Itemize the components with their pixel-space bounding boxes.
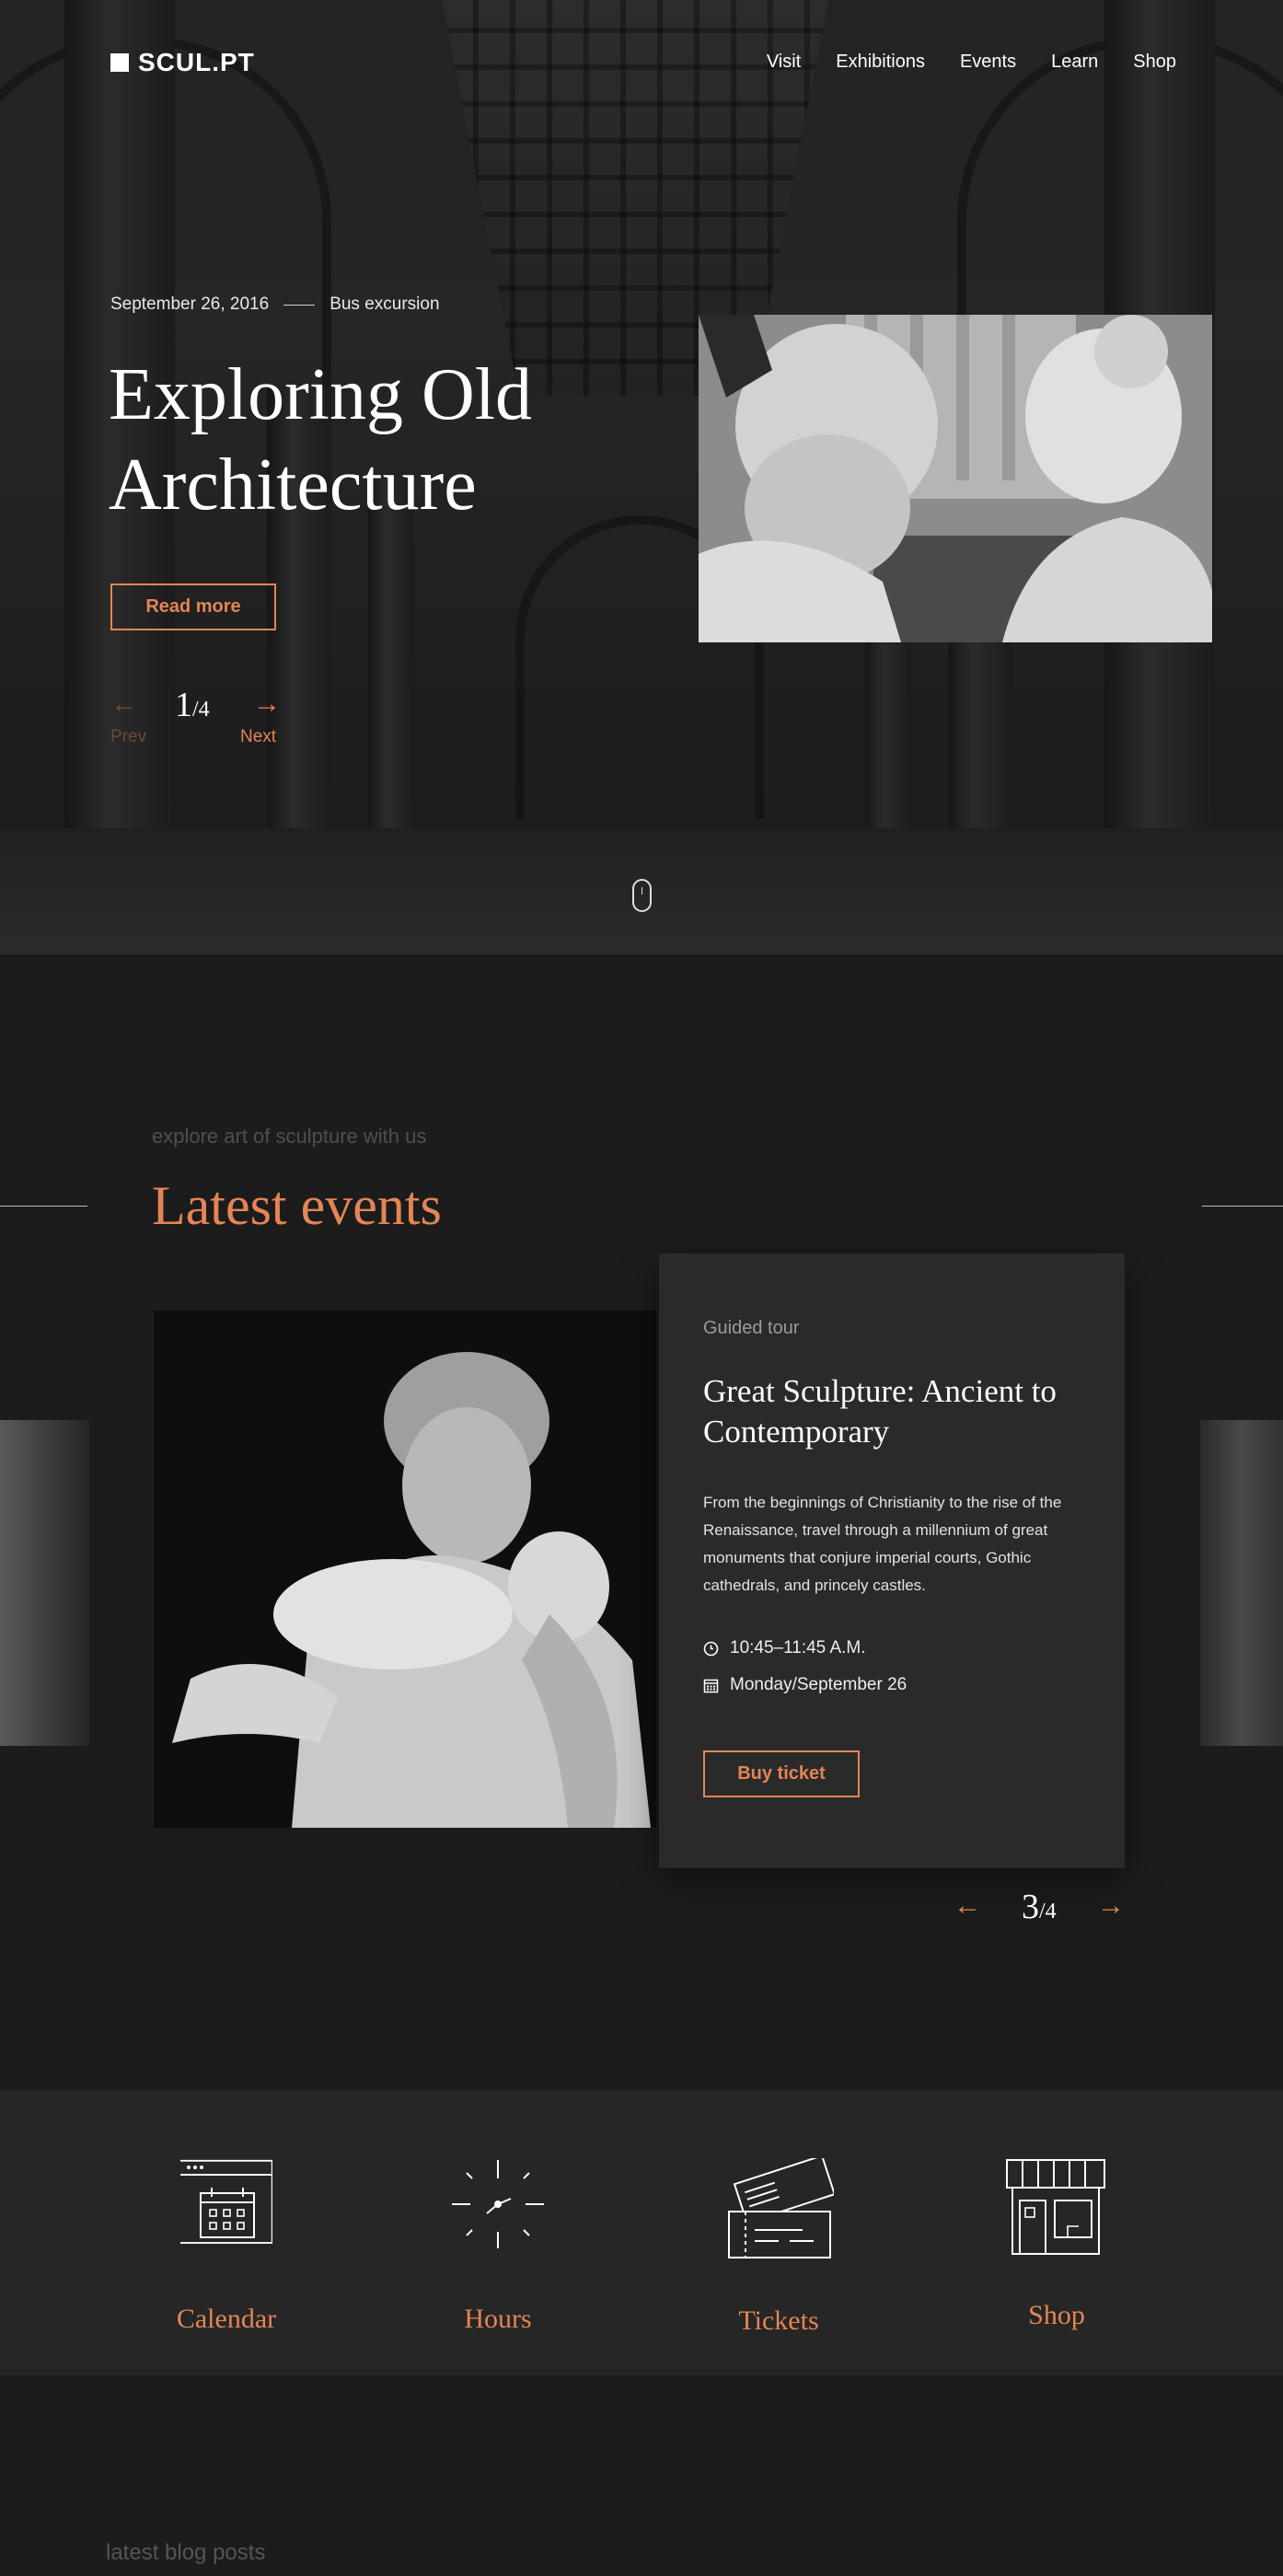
- heading-rule-left: [0, 1206, 87, 1207]
- clock-icon: [703, 1641, 719, 1656]
- hero-slide-counter: 1/4: [175, 685, 210, 725]
- features-bar: Calendar Hours Tickets Shop: [0, 2090, 1283, 2375]
- prev-arrow-icon[interactable]: ←: [110, 688, 138, 720]
- nav-item-events[interactable]: Events: [960, 52, 1016, 73]
- scroll-mouse-icon[interactable]: [632, 879, 652, 912]
- event-category: Guided tour: [703, 1318, 800, 1338]
- logo-text: SCUL.PT: [138, 48, 255, 76]
- feature-label: Calendar: [176, 2304, 277, 2334]
- events-next-arrow-icon[interactable]: →: [1097, 1890, 1125, 1922]
- events-kicker: explore art of sculpture with us: [152, 1125, 427, 1148]
- hero-title: Exploring Old Architecture: [109, 354, 532, 526]
- read-more-button[interactable]: Read more: [110, 583, 276, 630]
- event-time-row: 10:45–11:45 A.M.: [703, 1638, 866, 1658]
- hero-date: September 26, 2016: [110, 295, 270, 314]
- event-sculpture-illustration: [154, 1311, 656, 1828]
- logo[interactable]: SCUL.PT: [110, 48, 255, 77]
- next-event-thumbnail[interactable]: [1200, 1420, 1283, 1746]
- next-arrow-icon[interactable]: →: [253, 688, 281, 720]
- calendar-icon: [180, 2159, 272, 2245]
- hero-sculpture-image: [699, 315, 1212, 642]
- nav-item-shop[interactable]: Shop: [1133, 52, 1176, 73]
- event-sculpture-image: [154, 1311, 656, 1828]
- event-date: Monday/September 26: [730, 1675, 907, 1694]
- hero-slider-pager: ← 1/4 → Prev Next: [110, 685, 285, 753]
- hero-category: Bus excursion: [329, 295, 440, 314]
- feature-label: Shop: [1028, 2300, 1085, 2330]
- logo-square-icon: [110, 53, 129, 72]
- feature-calendar[interactable]: Calendar: [134, 2090, 318, 2375]
- events-slider-pager: ← 3/4 →: [954, 1887, 1128, 1933]
- feature-tickets[interactable]: Tickets: [687, 2090, 871, 2375]
- clock-icon: [452, 2160, 544, 2248]
- event-description: From the beginnings of Christianity to t…: [703, 1494, 1062, 1594]
- calendar-small-icon: [703, 1679, 719, 1692]
- main-nav: Visit Exhibitions Events Learn Shop: [767, 52, 1176, 73]
- heading-rule-right: [1202, 1206, 1283, 1207]
- feature-label: Hours: [464, 2304, 532, 2334]
- hero-meta: September 26, 2016 Bus excursion: [110, 295, 440, 315]
- meta-divider: [283, 304, 316, 306]
- feature-shop[interactable]: Shop: [965, 2090, 1149, 2375]
- prev-label[interactable]: Prev: [110, 727, 146, 747]
- feature-label: Tickets: [738, 2305, 819, 2336]
- events-slide-current: 3: [1022, 1888, 1039, 1926]
- shop-icon: [1006, 2159, 1105, 2255]
- nav-item-visit[interactable]: Visit: [767, 52, 801, 73]
- feature-hours[interactable]: Hours: [406, 2090, 590, 2375]
- event-card: Guided tour Great Sculpture: Ancient to …: [659, 1253, 1125, 1868]
- events-prev-arrow-icon[interactable]: ←: [954, 1890, 981, 1922]
- tickets-icon: [728, 2158, 834, 2258]
- event-title: Great Sculpture: Ancient to Contemporary: [703, 1373, 1057, 1450]
- nav-item-learn[interactable]: Learn: [1051, 52, 1098, 73]
- event-time: 10:45–11:45 A.M.: [730, 1638, 866, 1658]
- events-slide-counter: 3/4: [1022, 1887, 1057, 1927]
- hero-section: SCUL.PT Visit Exhibitions Events Learn S…: [0, 0, 1283, 954]
- events-slide-total: /4: [1039, 1900, 1057, 1923]
- previous-event-thumbnail[interactable]: [0, 1420, 89, 1746]
- blog-kicker: latest blog posts: [106, 2540, 266, 2565]
- sculpture-illustration: [699, 315, 1212, 642]
- next-label[interactable]: Next: [240, 727, 276, 747]
- events-heading: Latest events: [152, 1175, 442, 1236]
- hero-slide-total: /4: [192, 698, 210, 722]
- nav-item-exhibitions[interactable]: Exhibitions: [836, 52, 925, 73]
- hero-slide-current: 1: [175, 686, 192, 724]
- event-date-row: Monday/September 26: [703, 1675, 907, 1695]
- buy-ticket-button[interactable]: Buy ticket: [703, 1750, 860, 1797]
